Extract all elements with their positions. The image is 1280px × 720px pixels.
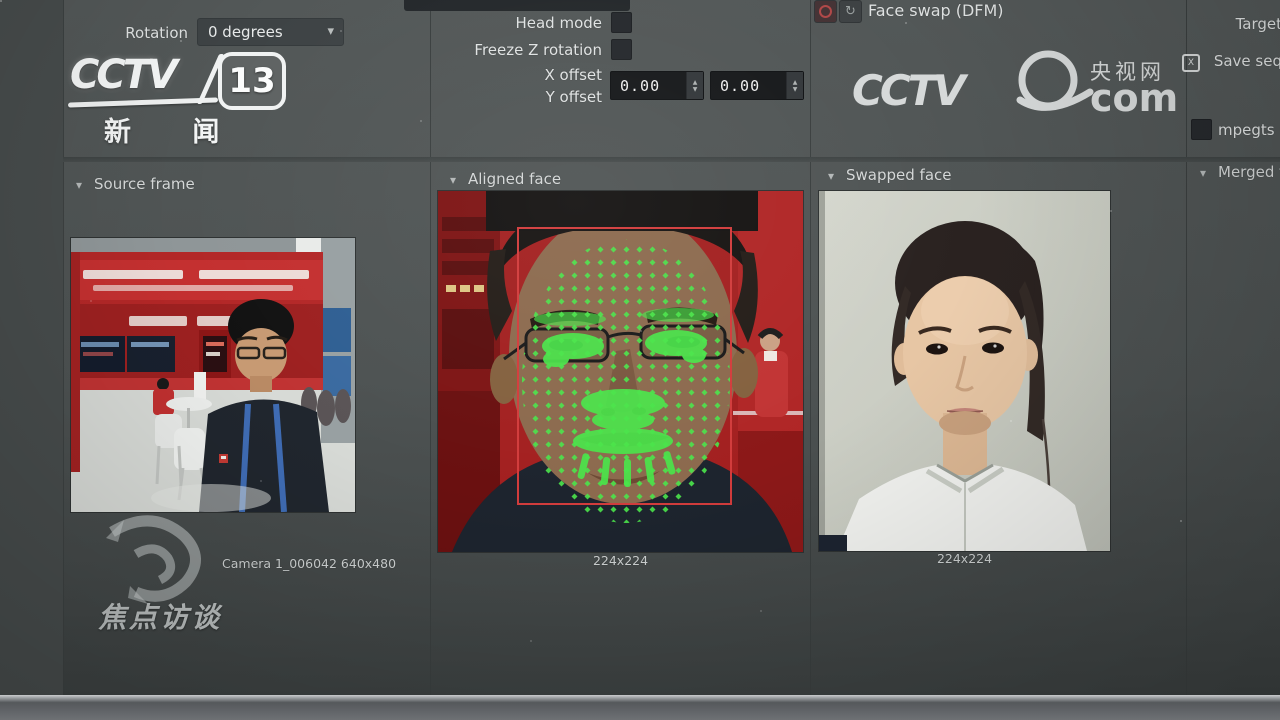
source-frame-title: Source frame [94,175,195,193]
collapse-arrow-icon[interactable]: ▾ [450,173,456,187]
freeze-z-rotation-label: Freeze Z rotation [430,41,602,59]
reset-settings-button[interactable]: ↻ [839,0,862,23]
x-offset-label: X offset [470,66,602,84]
section-divider [63,157,1280,162]
monitor-bezel [0,695,1280,720]
y-offset-spinner[interactable]: 0.00 ▲▼ [710,71,804,100]
y-offset-value: 0.00 [711,72,786,99]
chevron-down-icon: ▾ [327,24,334,39]
swapped-face-canvas [818,190,1111,552]
source-frame-canvas [70,237,356,513]
merged-frame-title: Merged f [1218,163,1280,181]
rotation-value: 0 degrees [208,23,283,41]
left-rail [0,0,64,697]
swapped-face-caption: 224x224 [818,551,1111,566]
spinner-arrows-icon[interactable]: ▲▼ [786,72,803,99]
collapse-arrow-icon[interactable]: ▾ [76,178,82,192]
panel-divider [430,0,431,697]
aligned-face-caption: 224x224 [437,553,804,568]
freeze-z-rotation-checkbox[interactable] [611,39,632,60]
swapped-face-title: Swapped face [846,166,952,184]
mpegts-checkbox[interactable] [1191,119,1212,140]
swapped-face-portrait [819,191,1110,551]
spinner-arrows-icon[interactable]: ▲▼ [686,72,703,99]
aligned-face-canvas [437,190,804,553]
save-seq-label: Save seq [1192,52,1280,70]
module-power-button[interactable] [814,0,837,23]
rotation-select[interactable]: 0 degrees ▾ [197,18,344,46]
x-offset-spinner[interactable]: 0.00 ▲▼ [610,71,704,100]
head-mode-checkbox[interactable] [611,12,632,33]
x-offset-value: 0.00 [611,72,686,99]
aligned-face-landmarks [438,191,803,552]
source-frame-caption: Camera 1_006042 640x480 [222,556,396,571]
clipped-input[interactable] [404,0,630,11]
tv-broadcast-frame: Rotation 0 degrees ▾ Head mode Freeze Z … [0,0,1280,720]
exhibition-hall-scene [71,238,355,512]
collapse-arrow-icon[interactable]: ▾ [828,169,834,183]
y-offset-label: Y offset [470,88,602,106]
collapse-arrow-icon[interactable]: ▾ [1200,166,1206,180]
panel-divider [810,0,811,697]
aligned-face-title: Aligned face [468,170,561,188]
panel-divider [1186,0,1187,697]
deepfacelive-window: Rotation 0 degrees ▾ Head mode Freeze Z … [0,0,1280,697]
face-swap-module-title: Face swap (DFM) [868,1,1004,20]
target-label: Target [1200,15,1280,33]
mpegts-label: mpegts u [1218,121,1280,139]
head-mode-label: Head mode [430,14,602,32]
rotation-label: Rotation [100,24,188,42]
reset-icon: ↻ [840,1,861,22]
